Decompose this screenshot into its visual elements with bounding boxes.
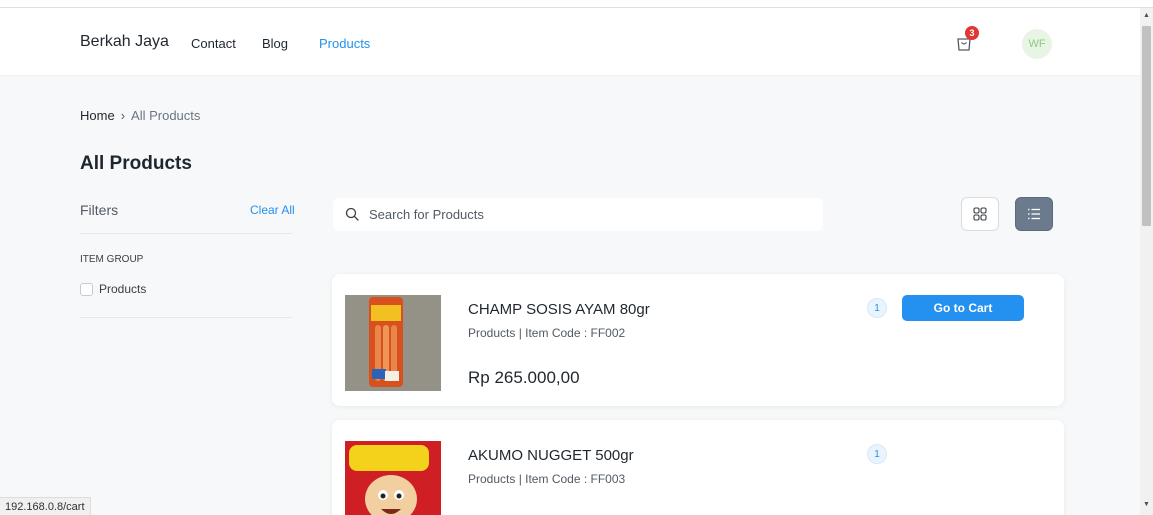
cart-button[interactable]: 3 bbox=[955, 26, 979, 54]
product-price: Rp 265.000,00 bbox=[468, 368, 580, 387]
scroll-up-arrow-icon[interactable]: ▲ bbox=[1143, 12, 1150, 19]
go-to-cart-button[interactable]: Go to Cart bbox=[902, 295, 1024, 321]
page-title: All Products bbox=[80, 153, 192, 174]
filter-divider bbox=[80, 233, 292, 234]
breadcrumb: Home › All Products bbox=[80, 108, 200, 123]
sausage-package-image bbox=[345, 295, 441, 391]
list-view-button[interactable] bbox=[1015, 197, 1053, 231]
breadcrumb-current: All Products bbox=[131, 108, 201, 123]
product-image[interactable] bbox=[345, 295, 441, 391]
scroll-down-arrow-icon[interactable]: ▼ bbox=[1143, 501, 1150, 508]
nav-link-contact[interactable]: Contact bbox=[191, 36, 236, 51]
list-icon bbox=[1028, 208, 1040, 220]
product-title[interactable]: AKUMO NUGGET 500gr bbox=[468, 447, 634, 464]
browser-top-edge bbox=[0, 0, 1153, 8]
search-bar bbox=[333, 198, 823, 231]
product-meta: Products | Item Code : FF003 bbox=[468, 472, 626, 486]
nugget-package-image bbox=[345, 441, 441, 515]
item-group-label: ITEM GROUP bbox=[80, 254, 144, 265]
page-scrollbar[interactable]: ▲ ▼ bbox=[1140, 8, 1153, 515]
navbar: Berkah Jaya Contact Blog Products 3 WF bbox=[0, 8, 1140, 76]
user-avatar[interactable]: WF bbox=[1022, 29, 1052, 59]
cart-count-badge: 3 bbox=[965, 26, 979, 40]
filters-heading: Filters bbox=[80, 202, 119, 218]
product-title[interactable]: CHAMP SOSIS AYAM 80gr bbox=[468, 301, 650, 318]
clear-all-filters-link[interactable]: Clear All bbox=[250, 203, 295, 217]
scrollbar-thumb[interactable] bbox=[1142, 26, 1151, 226]
grid-view-button[interactable] bbox=[961, 197, 999, 231]
nav-link-products[interactable]: Products bbox=[319, 36, 370, 51]
filter-checkbox-label[interactable]: Products bbox=[99, 282, 146, 296]
breadcrumb-separator: › bbox=[120, 108, 126, 123]
brand-logo-text[interactable]: Berkah Jaya bbox=[80, 33, 169, 51]
product-card: AKUMO NUGGET 500gr Products | Item Code … bbox=[332, 420, 1064, 515]
grid-icon bbox=[973, 207, 987, 221]
product-image[interactable] bbox=[345, 441, 441, 515]
product-card: CHAMP SOSIS AYAM 80gr Products | Item Co… bbox=[332, 274, 1064, 406]
product-meta: Products | Item Code : FF002 bbox=[468, 326, 626, 340]
cart-quantity-badge: 1 bbox=[867, 444, 887, 464]
filter-checkbox-products[interactable] bbox=[80, 283, 93, 296]
breadcrumb-home[interactable]: Home bbox=[80, 108, 115, 123]
search-input[interactable] bbox=[369, 198, 809, 231]
search-icon bbox=[345, 207, 359, 221]
cart-quantity-badge: 1 bbox=[867, 298, 887, 318]
nav-link-blog[interactable]: Blog bbox=[262, 36, 288, 51]
filter-divider bbox=[80, 317, 292, 318]
status-bar-url: 192.168.0.8/cart bbox=[0, 497, 91, 515]
